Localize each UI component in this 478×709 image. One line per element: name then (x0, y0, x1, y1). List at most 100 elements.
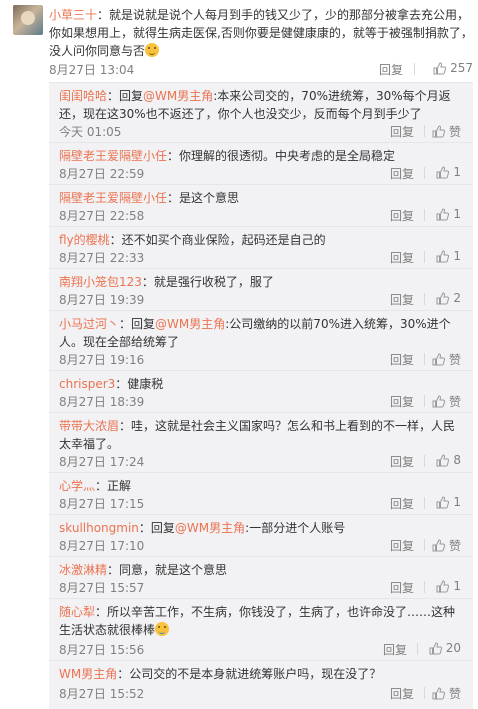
reply-text: 闺闺哈哈：回复@WM男主角:本来公司交的，70%进统筹，30%每个月返还，现在这… (59, 87, 467, 123)
reply-button[interactable]: 回复 (390, 453, 414, 470)
thumbs-up-icon (436, 165, 450, 179)
reply-button[interactable]: 回复 (390, 685, 414, 702)
reply-text: chrisper3：健康税 (59, 375, 467, 393)
thumbs-up-icon (436, 579, 450, 593)
divider (424, 353, 425, 365)
reply-body: ：哇，这就是社会主义国家吗？怎么和书上看到的不一样，人民太幸福了。 (59, 419, 456, 451)
reply-username[interactable]: 带带大浓眉 (59, 419, 119, 433)
like-count: 1 (453, 495, 461, 509)
thumbs-up-icon (436, 495, 450, 509)
mention-link[interactable]: @WM男主角 (155, 317, 225, 331)
reply-button[interactable]: 回复 (390, 249, 414, 266)
like-button[interactable]: 257 (433, 61, 473, 75)
top-comment: 小草三十：就是说就是说个人每月到手的钱又少了，少的那部分被拿去充公用，你如果想用… (0, 0, 478, 80)
like-count: 1 (453, 165, 461, 179)
reply-username[interactable]: skullhongmin (59, 521, 139, 535)
reply-item: skullhongmin：回复@WM男主角:一部分进个人账号 8月27日 17:… (49, 515, 473, 557)
reply-username[interactable]: fly的樱桃 (59, 233, 110, 247)
reply-meta: 8月27日 22:33 回复 1 (59, 249, 467, 265)
reply-username[interactable]: 随心犁 (59, 605, 95, 619)
like-count: 257 (450, 61, 473, 75)
reply-username[interactable]: 南翔小笼包123 (59, 275, 142, 289)
reply-body: ：就是强行收税了，服了 (141, 275, 274, 289)
reply-meta: 8月27日 17:10 回复 赞 (59, 537, 467, 553)
reply-username[interactable]: 小马过河丶 (59, 317, 119, 331)
like-count: 1 (453, 249, 461, 263)
divider (424, 395, 425, 407)
like-button[interactable]: 赞 (432, 537, 461, 554)
reply-button[interactable]: 回复 (390, 351, 414, 368)
reply-username[interactable]: 心学灬 (59, 479, 95, 493)
reply-item: 隔壁老王爱隔壁小任：是这个意思 8月27日 22:58 回复 1 (49, 185, 473, 227)
reply-meta: 8月27日 22:59 回复 1 (59, 165, 467, 181)
thumbs-up-icon (436, 291, 450, 305)
reply-username[interactable]: WM男主角 (59, 667, 117, 681)
reply-time: 8月27日 22:59 (59, 167, 145, 181)
reply-prefix: ：回复 (119, 317, 156, 331)
reply-item: fly的樱桃：还不如买个商业保险，起码还是自己的 8月27日 22:33 回复 … (49, 227, 473, 269)
like-button[interactable]: 1 (436, 249, 461, 263)
reply-button[interactable]: 回复 (390, 291, 414, 308)
reply-username[interactable]: chrisper3 (59, 377, 115, 391)
like-button[interactable]: 赞 (432, 123, 461, 140)
thumbs-up-icon (429, 641, 442, 655)
reply-time: 8月27日 22:33 (59, 251, 145, 265)
reply-button[interactable]: 回复 (390, 207, 414, 224)
like-button[interactable]: 赞 (432, 393, 461, 410)
shy-face-emoji-icon (155, 622, 170, 636)
reply-button[interactable]: 回复 (390, 495, 414, 512)
reply-username[interactable]: 隔壁老王爱隔壁小任 (59, 191, 167, 205)
reply-button[interactable]: 回复 (390, 579, 414, 596)
thumbs-up-icon (433, 61, 447, 75)
comment-username[interactable]: 小草三十 (49, 8, 97, 22)
reply-meta: 今天 01:05 回复 赞 (59, 123, 467, 139)
divider (424, 455, 425, 467)
like-button[interactable]: 1 (436, 165, 461, 179)
like-count: 赞 (448, 353, 461, 367)
thumbs-up-icon (436, 249, 450, 263)
reply-username[interactable]: 冰激淋精 (59, 563, 107, 577)
like-button[interactable]: 8 (436, 453, 461, 467)
like-count: 20 (445, 641, 461, 655)
reply-body: :一部分进个人账号 (245, 521, 346, 535)
thumbs-up-icon (432, 687, 445, 700)
like-button[interactable]: 2 (436, 291, 461, 305)
like-button[interactable]: 1 (436, 579, 461, 593)
comment-meta: 8月27日 13:04 回复 257 (49, 61, 473, 77)
comment-body: ：就是说就是说个人每月到手的钱又少了，少的那部分被拿去充公用，你如果想用上，就得… (49, 8, 473, 58)
like-button[interactable]: 20 (429, 641, 461, 655)
reply-button[interactable]: 回复 (390, 537, 414, 554)
reply-item: chrisper3：健康税 8月27日 18:39 回复 赞 (49, 371, 473, 413)
divider (424, 539, 425, 551)
like-count: 1 (453, 207, 461, 221)
reply-button[interactable]: 回复 (390, 393, 414, 410)
mention-link[interactable]: @WM男主角 (143, 89, 213, 103)
reply-list: 闺闺哈哈：回复@WM男主角:本来公司交的，70%进统筹，30%每个月返还，现在这… (49, 82, 473, 709)
like-button[interactable]: 1 (436, 207, 461, 221)
reply-button[interactable]: 回复 (383, 641, 407, 658)
reply-meta: 8月27日 15:57 回复 1 (59, 579, 467, 595)
reply-meta: 8月27日 17:15 回复 1 (59, 495, 467, 511)
like-button[interactable]: 1 (436, 495, 461, 509)
reply-meta: 8月27日 22:58 回复 1 (59, 207, 467, 223)
reply-item: 冰激淋精：同意，就是这个意思 8月27日 15:57 回复 1 (49, 557, 473, 599)
reply-meta: 8月27日 19:39 回复 2 (59, 291, 467, 307)
avatar[interactable] (13, 5, 43, 35)
reply-username[interactable]: 闺闺哈哈 (59, 89, 107, 103)
reply-body: ：同意，就是这个意思 (107, 563, 228, 577)
reply-username[interactable]: 隔壁老王爱隔壁小任 (59, 149, 167, 163)
reply-item: 小马过河丶：回复@WM男主角:公司缴纳的以前70%进入统筹，30%进个人。现在全… (49, 311, 473, 371)
reply-time: 8月27日 22:58 (59, 209, 145, 223)
reply-text: 小马过河丶：回复@WM男主角:公司缴纳的以前70%进入统筹，30%进个人。现在全… (59, 315, 467, 351)
like-count: 赞 (448, 125, 461, 139)
like-button[interactable]: 赞 (432, 351, 461, 368)
reply-text: 隔壁老王爱隔壁小任：是这个意思 (59, 189, 467, 207)
reply-button[interactable]: 回复 (379, 61, 403, 78)
reply-text: 随心犁：所以辛苦工作，不生病，你钱没了，生病了，也许命没了……这种生活状态就很棒… (59, 603, 467, 639)
mention-link[interactable]: @WM男主角 (175, 521, 245, 535)
like-button[interactable]: 赞 (432, 685, 461, 702)
reply-time: 8月27日 19:39 (59, 293, 145, 307)
divider (424, 687, 425, 699)
reply-button[interactable]: 回复 (390, 165, 414, 182)
reply-button[interactable]: 回复 (390, 123, 414, 140)
